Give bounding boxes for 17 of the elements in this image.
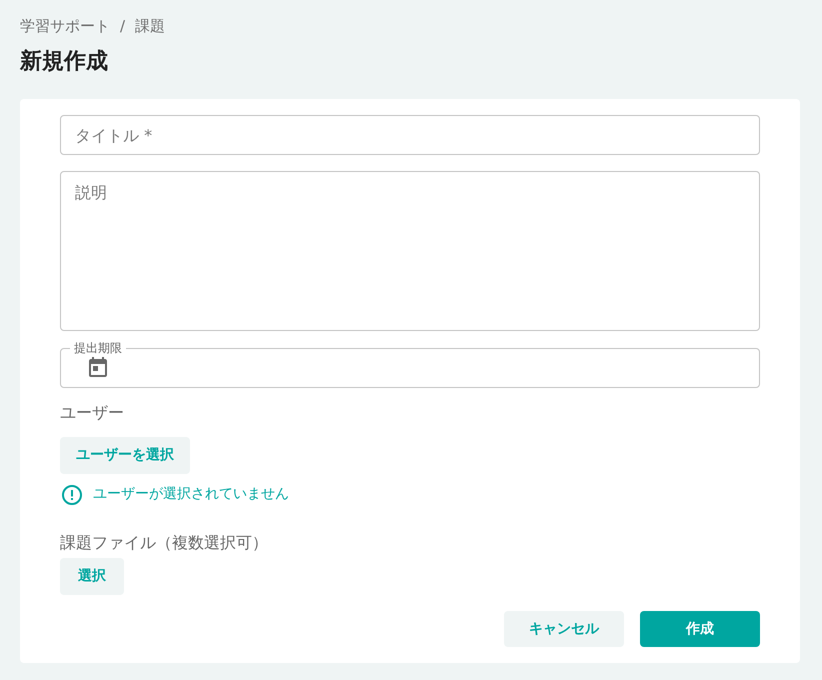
calendar-icon[interactable] [89, 356, 107, 377]
breadcrumb-separator: / [120, 16, 126, 37]
cancel-button[interactable]: キャンセル [504, 611, 624, 647]
date-field-label: 提出期限 [73, 341, 123, 355]
files-label: 課題ファイル（複数選択可） [60, 532, 268, 554]
select-users-button[interactable]: ユーザーを選択 [60, 437, 190, 474]
description-field[interactable]: 説明 [60, 171, 760, 331]
title-input[interactable]: タイトル * [60, 115, 760, 155]
users-label: ユーザー [60, 402, 124, 424]
select-files-button[interactable]: 選択 [60, 558, 124, 595]
page-title: 新規作成 [20, 48, 109, 76]
breadcrumb-link[interactable]: 課題 [135, 14, 166, 38]
warning-icon [62, 484, 82, 504]
create-button[interactable]: 作成 [640, 611, 760, 647]
warning-message: ユーザーが選択されていません [93, 485, 289, 504]
date-field[interactable]: 提出期限 [60, 341, 760, 388]
breadcrumb-link[interactable]: 学習サポート [20, 14, 110, 38]
